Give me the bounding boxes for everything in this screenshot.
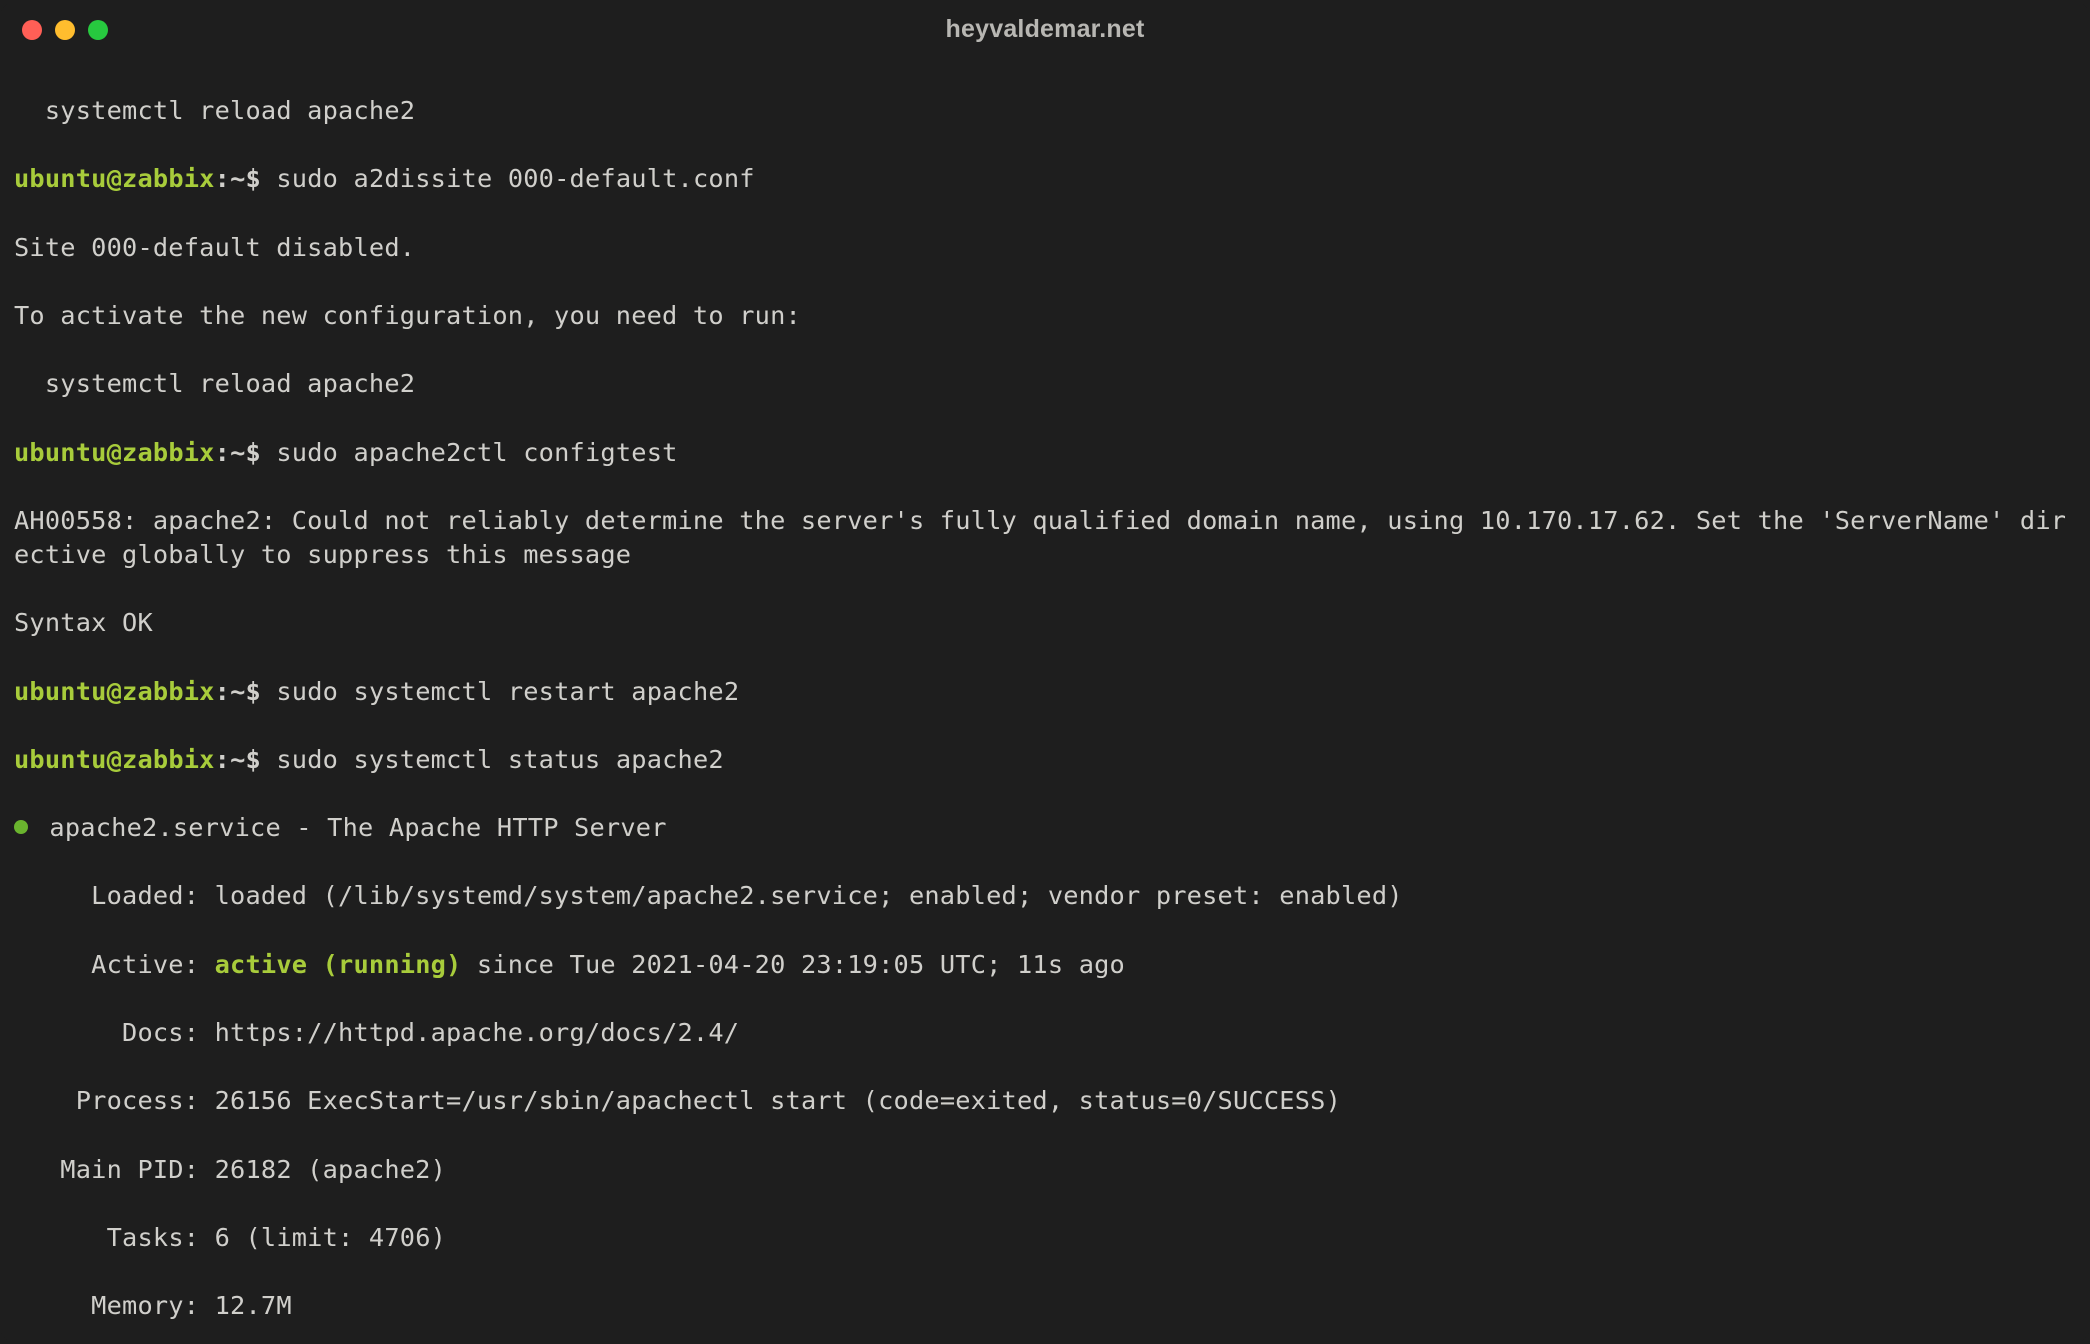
service-tasks: Tasks: 6 (limit: 4706) xyxy=(14,1221,2076,1255)
prompt-dollar: $ xyxy=(246,438,261,467)
active-status: active (running) xyxy=(215,950,462,979)
status-dot-icon xyxy=(14,820,28,834)
window-title: heyvaldemar.net xyxy=(0,13,2090,47)
service-mainpid: Main PID: 26182 (apache2) xyxy=(14,1153,2076,1187)
output-line: systemctl reload apache2 xyxy=(14,367,2076,401)
titlebar: heyvaldemar.net xyxy=(0,0,2090,60)
prompt-line: ubuntu@zabbix:~$ sudo a2dissite 000-defa… xyxy=(14,162,2076,196)
service-process: Process: 26156 ExecStart=/usr/sbin/apach… xyxy=(14,1084,2076,1118)
prompt-colon: : xyxy=(215,164,230,193)
traffic-lights xyxy=(22,20,108,40)
output-line: systemctl reload apache2 xyxy=(14,94,2076,128)
service-docs: Docs: https://httpd.apache.org/docs/2.4/ xyxy=(14,1016,2076,1050)
prompt-line: ubuntu@zabbix:~$ sudo systemctl status a… xyxy=(14,743,2076,777)
command-text: sudo systemctl status apache2 xyxy=(261,745,724,774)
prompt-colon: : xyxy=(215,438,230,467)
prompt-user: ubuntu xyxy=(14,438,107,467)
output-line: AH00558: apache2: Could not reliably det… xyxy=(14,504,2076,572)
prompt-path: ~ xyxy=(230,164,245,193)
service-loaded: Loaded: loaded (/lib/systemd/system/apac… xyxy=(14,879,2076,913)
service-active: Active: active (running) since Tue 2021-… xyxy=(14,948,2076,982)
service-name: apache2.service - The Apache HTTP Server xyxy=(34,813,667,842)
active-rest: since Tue 2021-04-20 23:19:05 UTC; 11s a… xyxy=(462,950,1126,979)
prompt-user: ubuntu xyxy=(14,164,107,193)
prompt-colon: : xyxy=(215,745,230,774)
command-text: sudo a2dissite 000-default.conf xyxy=(261,164,755,193)
command-text: sudo apache2ctl configtest xyxy=(261,438,678,467)
prompt-path: ~ xyxy=(230,438,245,467)
prompt-host: zabbix xyxy=(122,438,215,467)
prompt-at: @ xyxy=(107,745,122,774)
prompt-host: zabbix xyxy=(122,164,215,193)
prompt-path: ~ xyxy=(230,745,245,774)
output-line: To activate the new configuration, you n… xyxy=(14,299,2076,333)
prompt-line: ubuntu@zabbix:~$ sudo apache2ctl configt… xyxy=(14,436,2076,470)
prompt-colon: : xyxy=(215,677,230,706)
command-text: sudo systemctl restart apache2 xyxy=(261,677,739,706)
prompt-user: ubuntu xyxy=(14,745,107,774)
prompt-user: ubuntu xyxy=(14,677,107,706)
active-label: Active: xyxy=(14,950,215,979)
output-line: Site 000-default disabled. xyxy=(14,231,2076,265)
prompt-host: zabbix xyxy=(122,745,215,774)
prompt-dollar: $ xyxy=(246,164,261,193)
prompt-at: @ xyxy=(107,438,122,467)
service-header: apache2.service - The Apache HTTP Server xyxy=(14,811,2076,845)
prompt-host: zabbix xyxy=(122,677,215,706)
output-line: Syntax OK xyxy=(14,606,2076,640)
close-icon[interactable] xyxy=(22,20,42,40)
prompt-dollar: $ xyxy=(246,677,261,706)
terminal-window: heyvaldemar.net systemctl reload apache2… xyxy=(0,0,2090,1344)
prompt-line: ubuntu@zabbix:~$ sudo systemctl restart … xyxy=(14,675,2076,709)
prompt-at: @ xyxy=(107,677,122,706)
prompt-at: @ xyxy=(107,164,122,193)
maximize-icon[interactable] xyxy=(88,20,108,40)
terminal-body[interactable]: systemctl reload apache2 ubuntu@zabbix:~… xyxy=(0,60,2090,1344)
service-memory: Memory: 12.7M xyxy=(14,1289,2076,1323)
prompt-path: ~ xyxy=(230,677,245,706)
minimize-icon[interactable] xyxy=(55,20,75,40)
prompt-dollar: $ xyxy=(246,745,261,774)
